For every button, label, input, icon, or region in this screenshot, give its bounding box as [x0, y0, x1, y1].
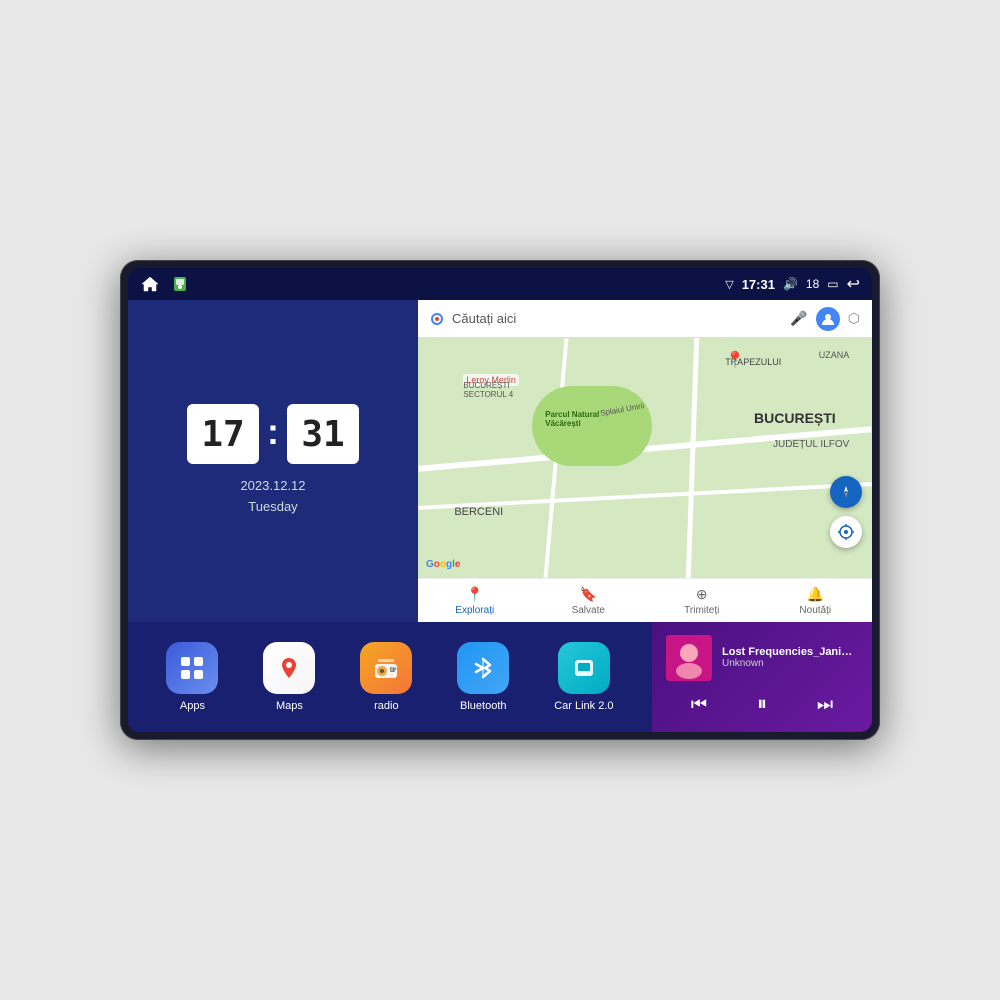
salvate-icon: 🔖: [580, 586, 597, 603]
music-top: Lost Frequencies_Janieck Devy-... Unknow…: [666, 635, 858, 681]
noutati-label: Noutăți: [799, 605, 831, 616]
user-avatar[interactable]: [816, 307, 840, 331]
map-nav-trimiteti[interactable]: ⊕ Trimiteți: [645, 586, 759, 616]
music-controls: ⏮ ⏸ ⏭: [666, 689, 858, 720]
map-background: Parcul NaturalVăcărești Leroy Merlin BUC…: [418, 338, 872, 578]
map-search-placeholder: Căutați aici: [452, 311, 782, 326]
map-layers-icon[interactable]: ⬡: [848, 310, 860, 327]
app-icon-carlink[interactable]: Car Link 2.0: [554, 642, 613, 712]
battery-level: 18: [806, 277, 819, 291]
app-icon-maps[interactable]: Maps: [263, 642, 315, 712]
google-logo: Google: [426, 559, 460, 570]
google-maps-logo-icon: [430, 312, 444, 326]
signal-icon: ▽: [725, 278, 733, 291]
trimiteti-icon: ⊕: [696, 586, 708, 603]
volume-icon: 🔊: [783, 277, 798, 291]
app-icon-apps[interactable]: Apps: [166, 642, 218, 712]
explorati-icon: 📍: [466, 586, 483, 603]
carlink-icon-img: [558, 642, 610, 694]
maps-pin-icon[interactable]: [170, 274, 190, 294]
home-icon[interactable]: [140, 274, 160, 294]
map-label-uzana: UZANA: [819, 350, 850, 360]
car-screen-device: ▽ 17:31 🔊 18 ▭ ↩ 17 : 31: [120, 260, 880, 740]
map-canvas[interactable]: Parcul NaturalVăcărești Leroy Merlin BUC…: [418, 338, 872, 578]
map-pin-icon: 📍: [725, 350, 745, 370]
device-screen: ▽ 17:31 🔊 18 ▭ ↩ 17 : 31: [128, 268, 872, 732]
map-bottom-nav: 📍 Explorați 🔖 Salvate ⊕ Trimiteți 🔔: [418, 578, 872, 622]
status-time: 17:31: [742, 277, 775, 292]
music-title: Lost Frequencies_Janieck Devy-...: [722, 646, 858, 658]
music-album-art: [666, 635, 712, 681]
map-area: Căutați aici 🎤 ⬡: [418, 300, 872, 622]
clock-date: 2023.12.12 Tuesday: [240, 476, 305, 518]
map-compass-button[interactable]: [830, 476, 862, 508]
map-label-judet: JUDEȚUL ILFOV: [773, 439, 849, 450]
maps-icon-img: [263, 642, 315, 694]
clock-hours: 17: [187, 404, 259, 464]
map-park-label: Parcul NaturalVăcărești: [545, 410, 599, 428]
trimiteti-label: Trimiteți: [684, 605, 719, 616]
apps-icon-img: [166, 642, 218, 694]
noutati-icon: 🔔: [807, 586, 824, 603]
music-prev-button[interactable]: ⏮: [683, 690, 715, 719]
music-next-button[interactable]: ⏭: [809, 690, 841, 719]
explorati-label: Explorați: [455, 605, 494, 616]
carlink-label: Car Link 2.0: [554, 700, 613, 712]
app-icon-radio[interactable]: FM radio: [360, 642, 412, 712]
map-locate-button[interactable]: [830, 516, 862, 548]
clock-widget: 17 : 31 2023.12.12 Tuesday: [128, 300, 418, 622]
bluetooth-label: Bluetooth: [460, 700, 506, 712]
clock-colon: :: [267, 411, 279, 453]
apps-label: Apps: [180, 700, 205, 712]
maps-label: Maps: [276, 700, 303, 712]
back-icon[interactable]: ↩: [847, 274, 860, 294]
bottom-section: Apps Maps: [128, 622, 872, 732]
music-player: Lost Frequencies_Janieck Devy-... Unknow…: [652, 622, 872, 732]
apps-area: Apps Maps: [128, 622, 652, 732]
status-bar-right: ▽ 17:31 🔊 18 ▭ ↩: [725, 274, 860, 294]
voice-search-icon[interactable]: 🎤: [790, 310, 807, 327]
map-label-sector: BUCUREȘTISECTORUL 4: [463, 381, 513, 399]
clock-minutes: 31: [287, 404, 359, 464]
bluetooth-icon-img: [457, 642, 509, 694]
main-area: 17 : 31 2023.12.12 Tuesday: [128, 300, 872, 732]
radio-label: radio: [374, 700, 398, 712]
map-label-bucuresti: BUCUREȘTI: [754, 410, 836, 426]
top-section: 17 : 31 2023.12.12 Tuesday: [128, 300, 872, 622]
map-nav-noutati[interactable]: 🔔 Noutăți: [759, 586, 873, 616]
status-bar-left: [140, 274, 190, 294]
status-bar: ▽ 17:31 🔊 18 ▭ ↩: [128, 268, 872, 300]
svg-text:FM: FM: [390, 666, 396, 671]
music-play-button[interactable]: ⏸: [749, 689, 775, 720]
map-nav-salvate[interactable]: 🔖 Salvate: [532, 586, 646, 616]
music-artist: Unknown: [722, 658, 858, 669]
music-info: Lost Frequencies_Janieck Devy-... Unknow…: [722, 646, 858, 669]
salvate-label: Salvate: [572, 605, 605, 616]
radio-icon-img: FM: [360, 642, 412, 694]
app-icon-bluetooth[interactable]: Bluetooth: [457, 642, 509, 712]
map-road-vertical-2: [686, 338, 699, 578]
map-nav-explorati[interactable]: 📍 Explorați: [418, 586, 532, 616]
map-search-bar[interactable]: Căutați aici 🎤 ⬡: [418, 300, 872, 338]
clock-display: 17 : 31: [187, 404, 359, 464]
battery-icon: ▭: [827, 277, 838, 291]
map-label-berceni: BERCENI: [454, 506, 503, 518]
